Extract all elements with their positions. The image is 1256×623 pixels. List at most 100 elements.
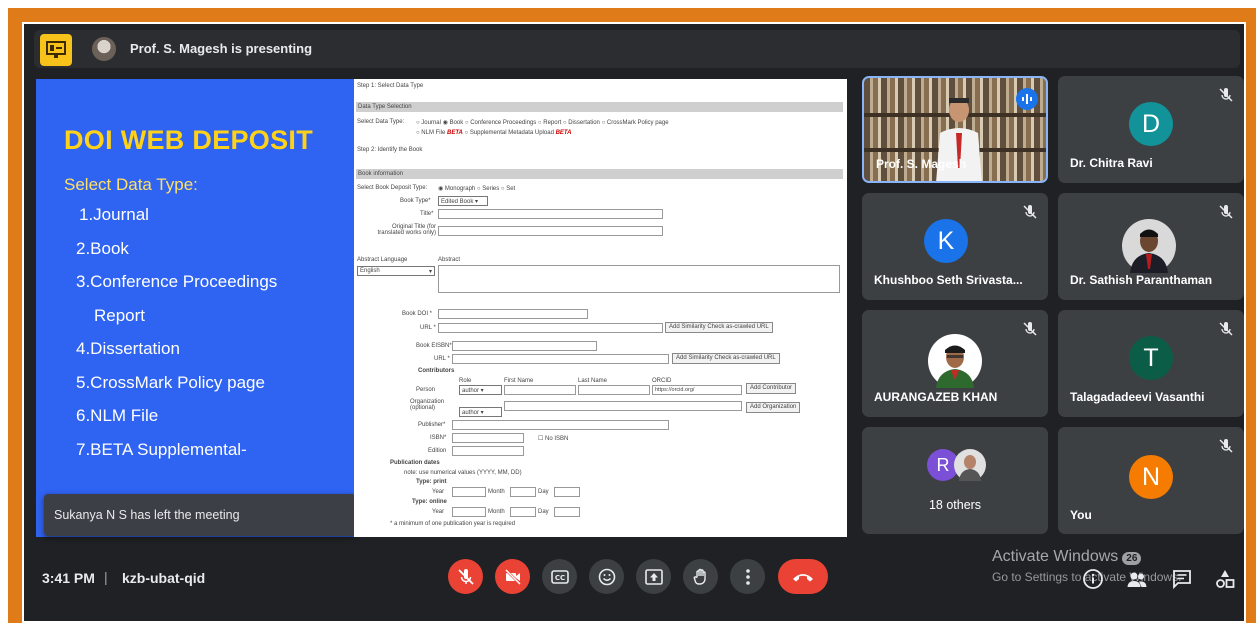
more-options-button[interactable] [730, 559, 765, 594]
option-conference[interactable]: Conference Proceedings [470, 120, 536, 126]
presentation-icon[interactable] [40, 34, 72, 66]
original-title-input[interactable] [438, 226, 663, 236]
participant-tile[interactable]: K Khushboo Seth Srivasta... [862, 193, 1048, 300]
people-icon[interactable] [1126, 568, 1148, 590]
online-year-input[interactable] [452, 507, 486, 517]
participant-tile[interactable]: D Dr. Chitra Ravi [1058, 76, 1244, 183]
abstract-textarea[interactable] [438, 265, 840, 293]
left-meeting-toast: Sukanya N S has left the meeting [44, 494, 356, 536]
activate-windows-text: Activate Windows [992, 548, 1119, 565]
leave-call-button[interactable] [778, 559, 828, 594]
mic-off-icon [1219, 88, 1233, 102]
slide-title: DOI WEB DEPOSIT [64, 125, 314, 155]
online-day-label: Day [538, 509, 549, 515]
online-month-input[interactable] [510, 507, 536, 517]
option-nlm[interactable]: NLM File [421, 130, 445, 136]
title-input[interactable] [438, 209, 663, 219]
bottom-bar: 3:41 PM | kzb-ubat-qid CC Activate Windo… [24, 548, 1248, 623]
option-dissertation[interactable]: Dissertation [568, 120, 600, 126]
edition-input[interactable] [452, 446, 524, 456]
edition-label: Edition [428, 448, 447, 454]
abstract-language-value: English [360, 268, 380, 274]
participant-tile-self[interactable]: N You [1058, 427, 1244, 534]
participant-tile[interactable]: AURANGAZEB KHAN [862, 310, 1048, 417]
participant-tile-others[interactable]: R 18 others [862, 427, 1048, 534]
mic-off-icon [1219, 439, 1233, 453]
captions-button[interactable]: CC [542, 559, 577, 594]
slide-item: 4.Dissertation [76, 339, 180, 358]
notification-badge: 26 [1122, 552, 1142, 565]
organization-input[interactable] [504, 401, 742, 411]
role-select[interactable]: author ▾ [459, 385, 502, 395]
shared-slide: DOI WEB DEPOSIT Select Data Type: 1.Jour… [36, 79, 354, 537]
slide-item: 6.NLM File [76, 406, 159, 425]
captions-icon: CC [550, 569, 569, 584]
activities-icon[interactable] [1214, 568, 1236, 590]
org-role-select[interactable]: author ▾ [459, 407, 502, 417]
hang-up-icon [793, 573, 813, 581]
last-name-header: Last Name [578, 378, 608, 384]
role-value: author [462, 388, 480, 394]
raise-hand-button[interactable] [683, 559, 718, 594]
abstract-language-select[interactable]: English ▾ [357, 266, 435, 276]
print-type-label: Type: print [416, 479, 447, 485]
option-monograph[interactable]: Monograph [445, 186, 475, 192]
info-icon[interactable] [1082, 568, 1104, 590]
option-supplemental[interactable]: Supplemental Metadata Upload [470, 130, 554, 136]
first-name-input[interactable] [504, 385, 576, 395]
option-set[interactable]: Set [506, 186, 515, 192]
url-input[interactable] [438, 323, 663, 333]
original-title-label: Original Title (for translated works onl… [377, 224, 436, 236]
slide-subtitle: Select Data Type: [64, 175, 198, 194]
date-note: note: use numerical values (YYYY, MM, DD… [404, 470, 522, 476]
mic-off-icon [457, 568, 474, 585]
print-year-input[interactable] [452, 487, 486, 497]
option-report[interactable]: Report [543, 120, 561, 126]
participant-tile[interactable]: Dr. Sathish Paranthaman [1058, 193, 1244, 300]
option-book[interactable]: Book [450, 120, 464, 126]
participant-name: Dr. Chitra Ravi [1070, 156, 1153, 170]
book-doi-label: Book DOI * [402, 311, 433, 317]
chat-icon[interactable] [1171, 568, 1193, 590]
reactions-button[interactable] [589, 559, 624, 594]
participant-name: Khushboo Seth Srivasta... [874, 273, 1023, 287]
participant-tile-presenter[interactable]: Prof. S. Magesh [862, 76, 1048, 183]
online-month-label: Month [488, 509, 505, 515]
print-day-input[interactable] [554, 487, 580, 497]
online-day-input[interactable] [554, 507, 580, 517]
book-type-select[interactable]: Edited Book ▾ [438, 196, 488, 206]
add-organization-button[interactable]: Add Organization [746, 402, 801, 413]
similarity-check-button[interactable]: Add Similarity Check as-crawled URL [665, 322, 773, 333]
mic-off-icon [1219, 205, 1233, 219]
book-eisbn-input[interactable] [452, 341, 597, 351]
print-month-input[interactable] [510, 487, 536, 497]
url-label: URL * [420, 325, 436, 331]
option-crossmark[interactable]: CrossMark Policy page [607, 120, 669, 126]
orcid-input[interactable]: https://orcid.org/ [652, 385, 742, 395]
option-journal[interactable]: Journal [421, 120, 441, 126]
present-icon [644, 568, 663, 585]
no-isbn-checkbox[interactable]: ☐ No ISBN [538, 435, 568, 442]
online-type-label: Type: online [412, 499, 447, 505]
print-month-label: Month [488, 489, 505, 495]
book-doi-input[interactable] [438, 309, 588, 319]
url-input-2[interactable] [452, 354, 669, 364]
publisher-input[interactable] [452, 420, 669, 430]
isbn-input[interactable] [452, 433, 524, 443]
option-series[interactable]: Series [482, 186, 499, 192]
section-title: Book information [358, 171, 404, 177]
present-screen-button[interactable] [636, 559, 671, 594]
section-title: Data Type Selection [358, 104, 412, 110]
last-name-input[interactable] [578, 385, 650, 395]
abstract-language-label: Abstract Language [357, 257, 408, 263]
data-type-options: ○ Journal ◉ Book ○ Conference Proceeding… [416, 120, 669, 126]
slide-item: 5.CrossMark Policy page [76, 372, 265, 392]
participant-tile[interactable]: T Talagadadeevi Vasanthi [1058, 310, 1244, 417]
add-contributor-button[interactable]: Add Contributor [746, 383, 797, 394]
similarity-check-button-2[interactable]: Add Similarity Check as-crawled URL [672, 353, 780, 364]
abstract-label: Abstract [438, 257, 461, 263]
camera-toggle-button[interactable] [495, 559, 530, 594]
mic-toggle-button[interactable] [448, 559, 483, 594]
avatar: N [1129, 455, 1173, 499]
book-type-value: Edited Book [441, 199, 474, 205]
